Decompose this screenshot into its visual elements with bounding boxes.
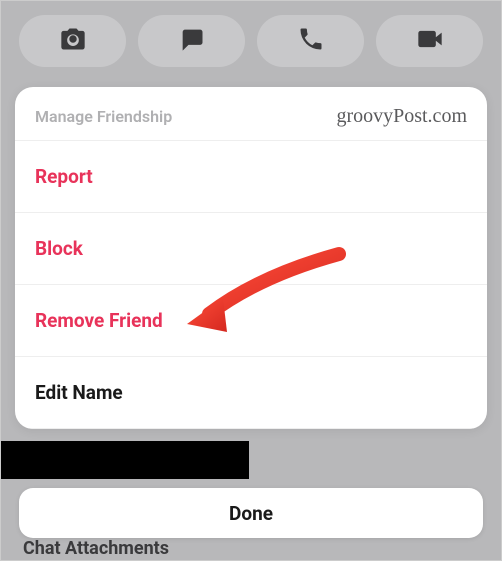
menu-item-remove-friend[interactable]: Remove Friend: [15, 285, 487, 357]
watermark-text: groovyPost.com: [336, 105, 467, 128]
chat-button[interactable]: [138, 15, 245, 67]
camera-icon: [59, 25, 87, 57]
chat-action-bar: [1, 1, 501, 89]
chat-icon: [178, 25, 206, 57]
phone-icon: [297, 25, 325, 57]
sheet-title: Manage Friendship: [35, 107, 172, 126]
manage-friendship-sheet: Manage Friendship groovyPost.com Report …: [15, 87, 487, 429]
camera-button[interactable]: [19, 15, 126, 67]
menu-item-block[interactable]: Block: [15, 213, 487, 285]
call-button[interactable]: [257, 15, 364, 67]
video-call-button[interactable]: [376, 15, 483, 67]
menu-item-report[interactable]: Report: [15, 141, 487, 213]
redacted-area: [1, 441, 249, 479]
video-icon: [416, 25, 444, 57]
sheet-header: Manage Friendship groovyPost.com: [15, 87, 487, 141]
done-button[interactable]: Done: [19, 488, 483, 538]
done-label: Done: [229, 502, 273, 525]
menu-item-edit-name[interactable]: Edit Name: [15, 357, 487, 429]
